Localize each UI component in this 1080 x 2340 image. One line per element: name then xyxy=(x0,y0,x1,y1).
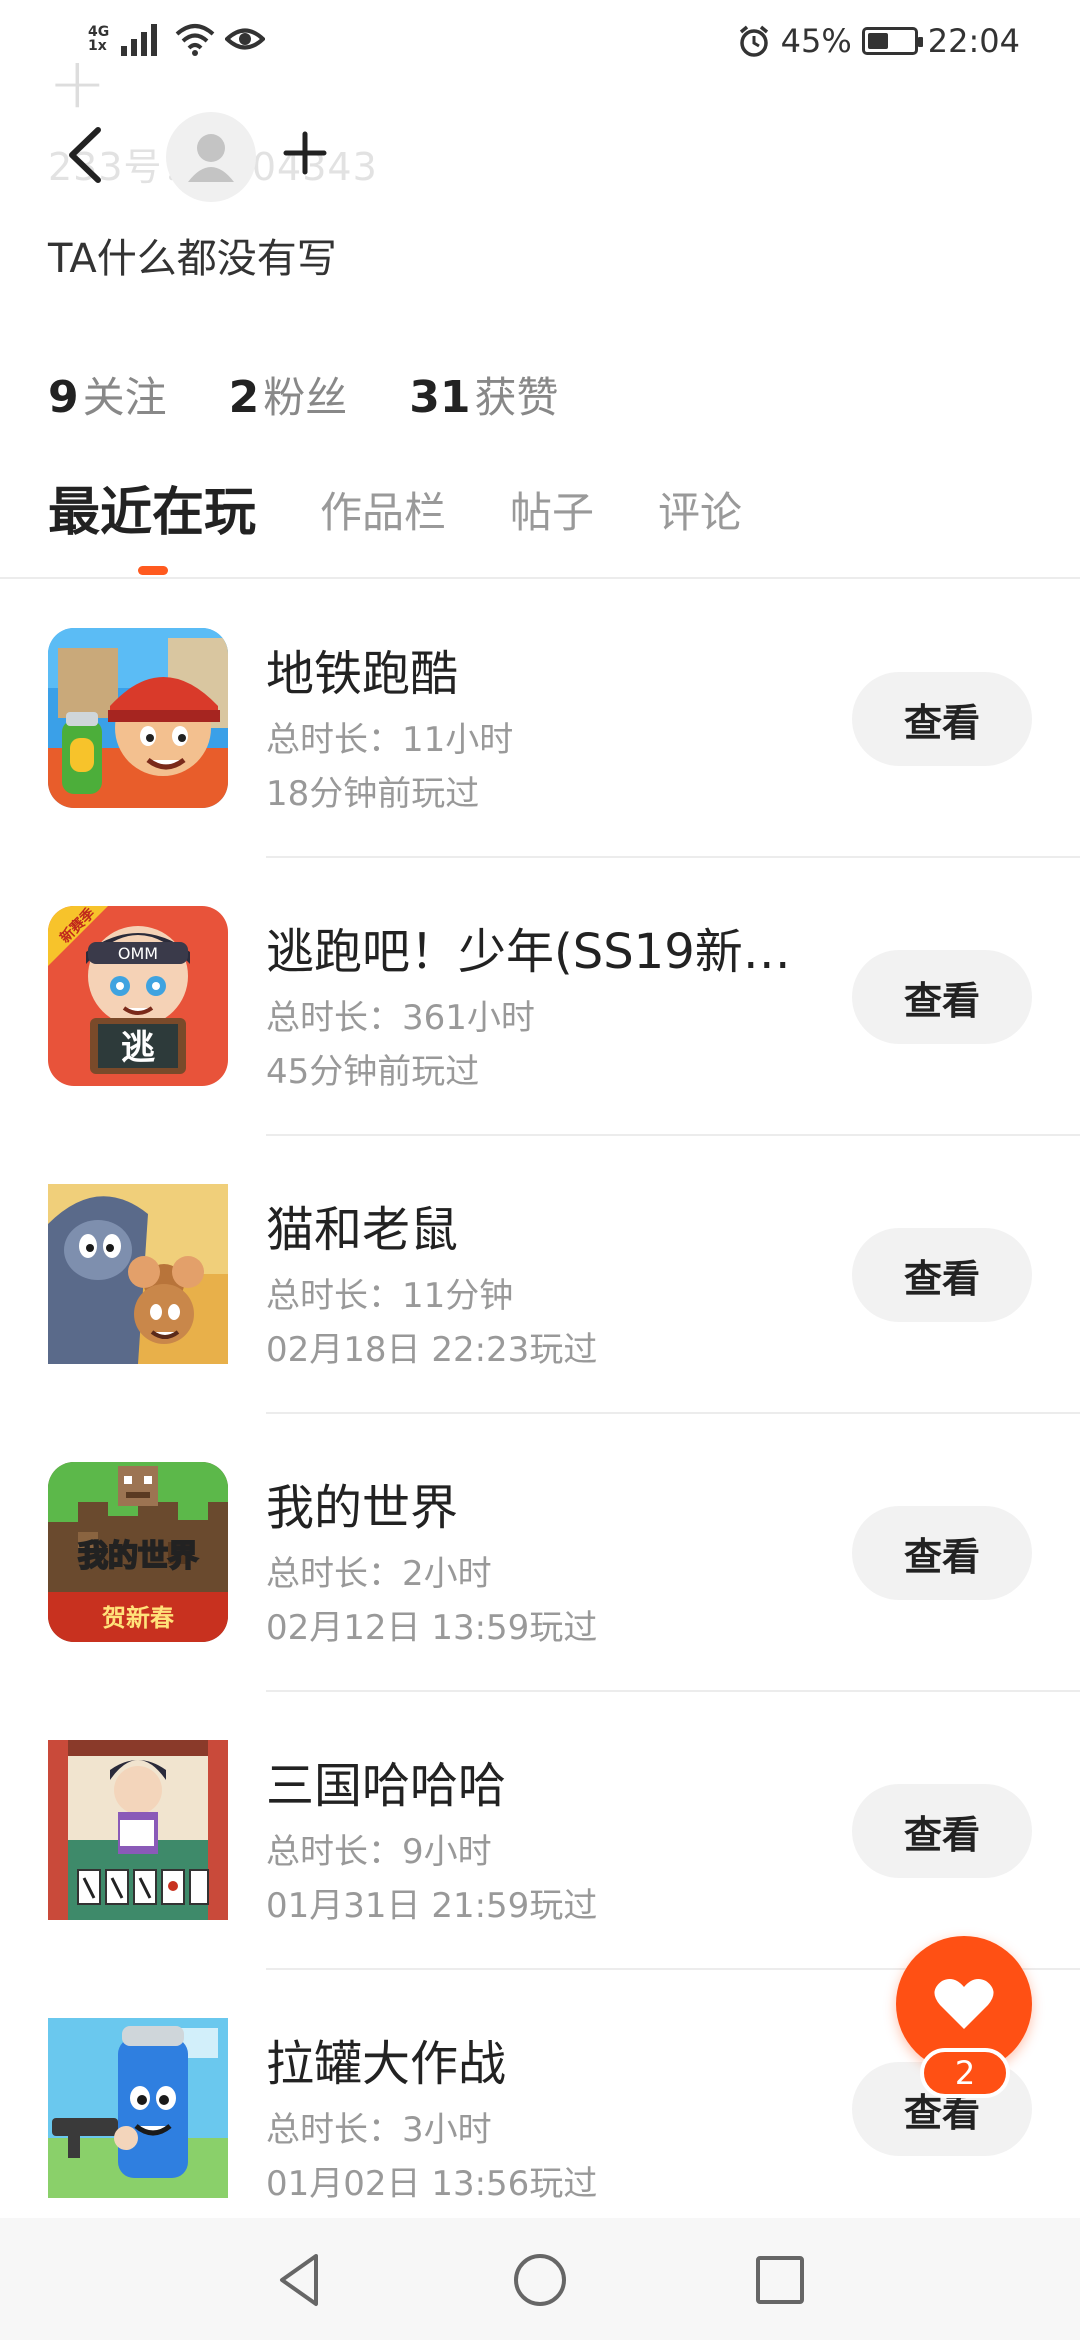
game-title: 三国哈哈哈 xyxy=(266,1758,507,1814)
battery-icon xyxy=(861,27,923,55)
tab-posts[interactable]: 帖子 xyxy=(510,478,594,548)
game-duration: 总时长：2小时 xyxy=(266,1554,492,1594)
stat-label: 获赞 xyxy=(474,373,559,422)
eye-icon xyxy=(225,28,266,50)
view-button[interactable]: 查看 xyxy=(852,950,1032,1044)
faded-plus-icon: + xyxy=(48,42,107,124)
status-left: 4G 1x xyxy=(88,22,266,56)
game-last-played: 01月31日 21:59玩过 xyxy=(266,1886,598,1926)
sanguo-hahaha-icon xyxy=(48,1740,228,1920)
game-last-played: 45分钟前玩过 xyxy=(266,1052,480,1092)
game-duration: 总时长：3小时 xyxy=(266,2110,492,2150)
alarm-icon xyxy=(739,25,768,57)
status-right: 45% 22:04 xyxy=(737,22,1020,60)
game-duration: 总时长：11小时 xyxy=(266,720,514,760)
wifi-icon xyxy=(175,24,215,56)
avatar[interactable] xyxy=(166,112,256,202)
tab-works[interactable]: 作品栏 xyxy=(320,478,446,548)
list-item[interactable]: 猫和老鼠 总时长：11分钟 02月18日 22:23玩过 查看 xyxy=(0,1136,1080,1414)
game-title: 地铁跑酷 xyxy=(266,646,459,702)
network-4g-label: 4G xyxy=(88,24,110,40)
profile-bio: TA什么都没有写 xyxy=(48,236,337,282)
view-button[interactable]: 查看 xyxy=(852,1228,1032,1322)
view-button[interactable]: 查看 xyxy=(852,1506,1032,1600)
list-item[interactable]: 地铁跑酷 总时长：11小时 18分钟前玩过 查看 xyxy=(0,580,1080,858)
stat-number: 2 xyxy=(228,372,260,423)
status-bar: 4G 1x 45% 22:04 xyxy=(0,0,1080,84)
game-title: 逃跑吧！少年(SS19新赛... xyxy=(266,924,826,980)
heart-icon xyxy=(934,1979,994,2029)
game-last-played: 01月02日 13:56玩过 xyxy=(266,2164,598,2204)
profile-tabs: 最近在玩 作品栏 帖子 评论 xyxy=(48,478,806,578)
list-item[interactable]: 三国哈哈哈 总时长：9小时 01月31日 21:59玩过 查看 xyxy=(0,1692,1080,1970)
minecraft-banner-label: 贺新春 xyxy=(102,1604,174,1632)
stat-label: 关注 xyxy=(82,373,167,422)
signal-icon xyxy=(121,24,158,56)
nav-back-icon[interactable] xyxy=(268,2248,332,2312)
profile-stats: 9 关注 2 粉丝 31 获赞 xyxy=(48,364,559,425)
stat-label: 粉丝 xyxy=(263,373,348,422)
tab-recently-played[interactable]: 最近在玩 xyxy=(48,478,256,548)
stat-likes[interactable]: 31 获赞 xyxy=(409,364,558,425)
game-last-played: 18分钟前玩过 xyxy=(266,774,480,814)
nav-home-icon[interactable] xyxy=(508,2248,572,2312)
can-battle-icon xyxy=(48,2018,228,2198)
view-button[interactable]: 查看 xyxy=(852,672,1032,766)
follow-plus-icon[interactable] xyxy=(282,130,328,176)
escape-sign-label: 逃 xyxy=(121,1028,155,1068)
game-last-played: 02月12日 13:59玩过 xyxy=(266,1608,598,1648)
list-item[interactable]: OMM 逃 新赛季 逃跑吧！少年(SS19新赛... 总时长：361小时 45分… xyxy=(0,858,1080,1136)
escape-boy-icon: OMM 逃 新赛季 xyxy=(48,906,228,1086)
minecraft-icon: 我的世界 贺新春 xyxy=(48,1462,228,1642)
view-button[interactable]: 查看 xyxy=(852,1784,1032,1878)
system-nav-bar xyxy=(0,2218,1080,2340)
subway-surfers-icon xyxy=(48,628,228,808)
game-duration: 总时长：361小时 xyxy=(266,998,535,1038)
like-count-badge: 2 xyxy=(920,2048,1010,2098)
battery-percent: 45% xyxy=(780,22,852,60)
nav-recents-icon[interactable] xyxy=(748,2248,812,2312)
clock-time: 22:04 xyxy=(927,22,1020,60)
stat-number: 9 xyxy=(48,372,79,423)
stat-fans[interactable]: 2 粉丝 xyxy=(229,364,348,425)
back-arrow-icon[interactable] xyxy=(62,124,108,186)
active-tab-indicator xyxy=(138,566,168,575)
game-title: 拉罐大作战 xyxy=(266,2036,507,2092)
game-last-played: 02月18日 22:23玩过 xyxy=(266,1330,598,1370)
tab-comments[interactable]: 评论 xyxy=(658,478,742,548)
game-duration: 总时长：9小时 xyxy=(266,1832,492,1872)
game-title: 我的世界 xyxy=(266,1480,459,1536)
tom-and-jerry-icon xyxy=(48,1184,228,1364)
game-duration: 总时长：11分钟 xyxy=(266,1276,514,1316)
escape-brand-label: OMM xyxy=(118,944,158,963)
game-title: 猫和老鼠 xyxy=(266,1202,459,1258)
tabs-divider xyxy=(0,577,1080,579)
default-avatar-icon xyxy=(188,134,234,182)
list-item[interactable]: 我的世界 贺新春 我的世界 总时长：2小时 02月12日 13:59玩过 查看 xyxy=(0,1414,1080,1692)
stat-number: 31 xyxy=(409,372,471,423)
minecraft-title-label: 我的世界 xyxy=(78,1539,198,1574)
stat-following[interactable]: 9 关注 xyxy=(48,364,167,425)
